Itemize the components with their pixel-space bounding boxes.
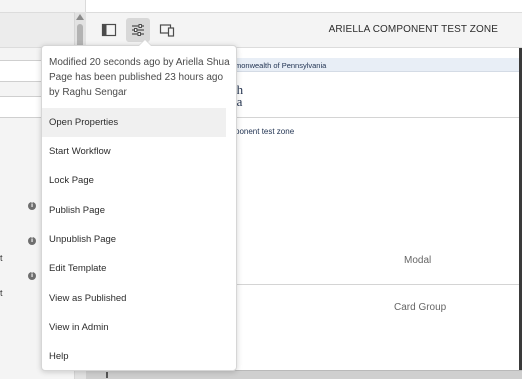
horizontal-scrollbar[interactable]	[86, 370, 522, 379]
menu-item-lock-page[interactable]: Lock Page	[42, 166, 226, 195]
popover-arrow	[139, 40, 151, 46]
menu-item-start-workflow[interactable]: Start Workflow	[42, 137, 226, 166]
page-info-button[interactable]	[97, 18, 121, 42]
side-panel-label: t	[0, 253, 3, 263]
scrollbar-thumb[interactable]	[106, 372, 108, 378]
side-panel-label: t	[0, 288, 3, 298]
menu-item-publish-page[interactable]: Publish Page	[42, 196, 226, 225]
menu-item-view-as-published[interactable]: View as Published	[42, 284, 226, 313]
info-icon[interactable]: i	[28, 202, 36, 210]
scroll-up-icon[interactable]	[76, 14, 84, 20]
published-by-text: by Raghu Sengar	[49, 87, 127, 98]
side-panel-input[interactable]	[0, 96, 42, 118]
modified-text: Modified 20 seconds ago by Ariella Shua	[49, 57, 230, 68]
menu-item-open-properties[interactable]: Open Properties	[42, 108, 226, 137]
page-information-popover: Modified 20 seconds ago by Ariella Shua …	[41, 39, 237, 371]
page-info-icon	[101, 23, 117, 37]
page-status-info: Modified 20 seconds ago by Ariella Shua …	[49, 55, 233, 100]
properties-icon	[132, 24, 144, 36]
menu-item-unpublish-page[interactable]: Unpublish Page	[42, 225, 226, 254]
modal-component[interactable]: Modal	[404, 255, 431, 266]
zone-link[interactable]: ponent test zone	[235, 127, 294, 136]
emulator-button[interactable]	[155, 18, 179, 42]
emulator-icon	[159, 24, 175, 37]
banner-text: monwealth of Pennsylvania	[235, 61, 327, 70]
menu-item-edit-template[interactable]: Edit Template	[42, 254, 226, 283]
menu-item-view-in-admin[interactable]: View in Admin	[42, 313, 226, 342]
divider	[237, 284, 522, 285]
page-title: ARIELLA COMPONENT TEST ZONE	[328, 24, 498, 35]
published-text: Page has been published 23 hours ago	[49, 72, 224, 83]
side-panel-input[interactable]	[0, 60, 42, 82]
card-group-component[interactable]: Card Group	[394, 302, 446, 313]
info-icon[interactable]: i	[28, 237, 36, 245]
info-icon[interactable]: i	[28, 272, 36, 280]
menu-item-help[interactable]: Help	[42, 342, 226, 371]
